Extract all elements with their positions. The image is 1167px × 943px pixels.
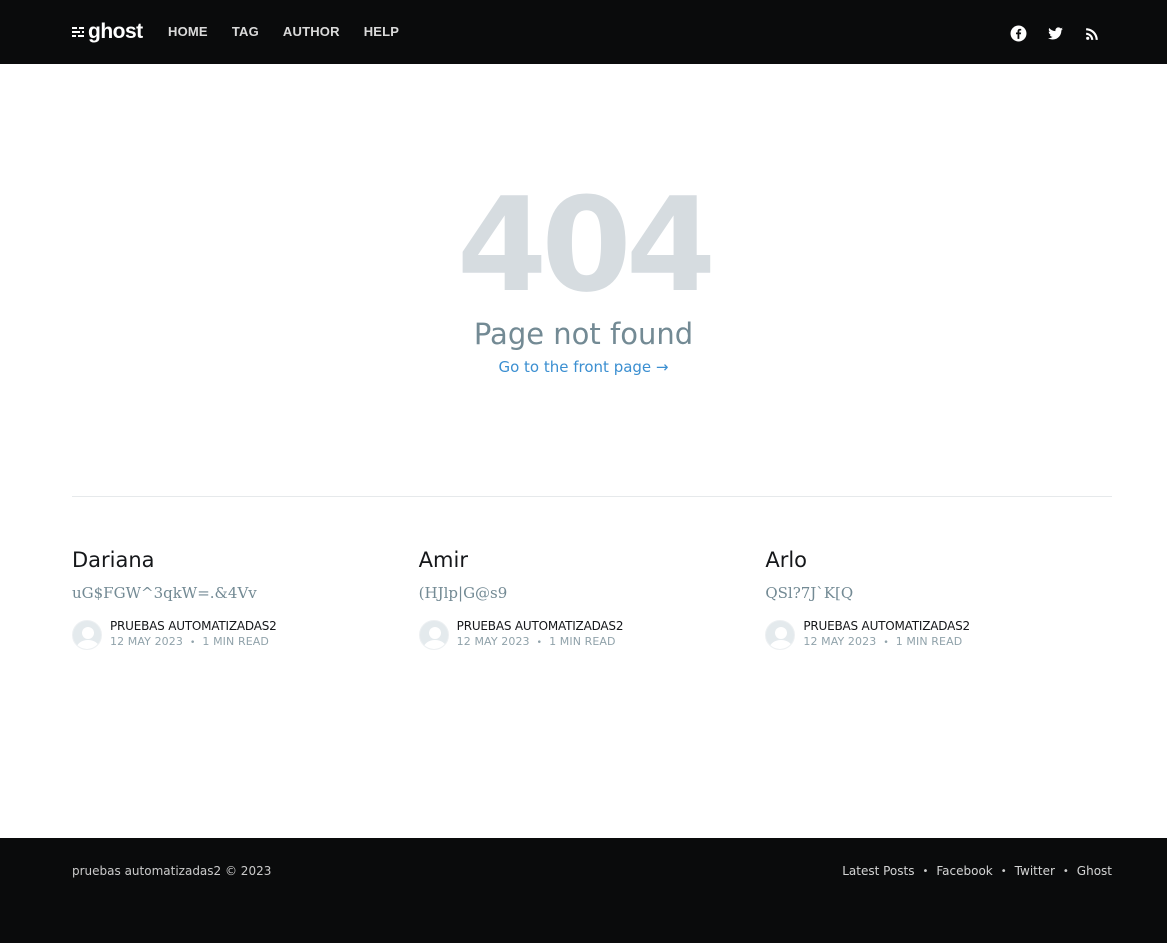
logo-text: ghost: [88, 20, 143, 43]
post-feed: Dariana uG$FGW^3qkW=.&4Vv PRUEBAS AUTOMA…: [72, 546, 1112, 651]
ghost-logo-icon: [72, 26, 84, 38]
user-avatar-icon: [422, 627, 447, 649]
twitter-icon[interactable]: [1047, 25, 1064, 42]
read-time: 1 MIN READ: [895, 635, 963, 648]
error-code: 404: [456, 169, 716, 321]
post-excerpt: QSl?7J`K[Q: [765, 584, 854, 602]
nav-tag[interactable]: TAG: [232, 24, 259, 39]
footer-separator: •: [1062, 865, 1069, 877]
bullet-separator: •: [536, 638, 543, 648]
bullet-separator: •: [883, 638, 889, 648]
post-card[interactable]: Amir (HJlp|G@s9 PRUEBAS AUTOMATIZADAS2 1…: [418, 546, 766, 651]
post-date: 12 MAY 2023: [803, 635, 877, 648]
copyright: pruebas automatizadas2 © 2023: [72, 864, 272, 878]
author-avatar[interactable]: [765, 620, 796, 650]
post-card[interactable]: Arlo QSl?7J`K[Q PRUEBAS AUTOMATIZADAS2 1…: [765, 546, 1112, 651]
post-excerpt: uG$FGW^3qkW=.&4Vv: [72, 584, 257, 602]
error-section: 404 Page not found Go to the front page …: [0, 180, 1167, 376]
footer-separator: •: [922, 865, 929, 877]
author-avatar[interactable]: [72, 620, 102, 650]
post-date-line: 12 MAY 2023 • 1 MIN READ: [110, 634, 277, 651]
post-meta: PRUEBAS AUTOMATIZADAS2 12 MAY 2023 • 1 MIN…: [765, 619, 1112, 651]
footer-link-facebook[interactable]: Facebook: [936, 864, 992, 878]
footer-link-latest-posts[interactable]: Latest Posts: [842, 864, 914, 878]
post-card[interactable]: Dariana uG$FGW^3qkW=.&4Vv PRUEBAS AUTOMA…: [72, 546, 419, 651]
facebook-icon[interactable]: [1010, 25, 1027, 42]
post-title[interactable]: Dariana: [72, 546, 419, 574]
nav-help[interactable]: HELP: [364, 24, 399, 39]
post-date: 12 MAY 2023: [456, 635, 530, 648]
read-time: 1 MIN READ: [202, 635, 269, 648]
post-excerpt: (HJlp|G@s9: [418, 584, 508, 602]
site-header: ghost HOME TAG AUTHOR HELP: [0, 0, 1167, 64]
footer-separator: •: [1000, 865, 1007, 877]
nav-home[interactable]: HOME: [168, 24, 208, 39]
footer-link-ghost[interactable]: Ghost: [1077, 864, 1112, 878]
footer-link-twitter[interactable]: Twitter: [1015, 864, 1055, 878]
user-avatar-icon: [76, 627, 100, 649]
front-page-link[interactable]: Go to the front page →: [498, 358, 668, 376]
footer-nav: Latest Posts • Facebook • Twitter • Ghos…: [842, 864, 1112, 878]
rss-icon[interactable]: [1084, 25, 1101, 42]
author-name[interactable]: PRUEBAS AUTOMATIZADAS2: [803, 619, 970, 634]
ghost-logo[interactable]: ghost: [72, 19, 143, 45]
section-divider: [72, 496, 1112, 497]
post-date-line: 12 MAY 2023 • 1 MIN READ: [803, 634, 970, 651]
author-name[interactable]: PRUEBAS AUTOMATIZADAS2: [457, 619, 624, 634]
post-meta: PRUEBAS AUTOMATIZADAS2 12 MAY 2023 • 1 MIN…: [418, 619, 766, 651]
main-nav: HOME TAG AUTHOR HELP: [168, 24, 399, 39]
social-links: [1010, 25, 1101, 42]
user-avatar-icon: [769, 627, 794, 649]
error-description: Page not found: [473, 317, 694, 351]
nav-author[interactable]: AUTHOR: [283, 24, 340, 39]
post-date: 12 MAY 2023: [110, 635, 183, 648]
author-name[interactable]: PRUEBAS AUTOMATIZADAS2: [110, 619, 277, 634]
post-title[interactable]: Arlo: [765, 546, 1112, 574]
author-avatar[interactable]: [418, 620, 449, 650]
post-title[interactable]: Amir: [419, 546, 766, 574]
post-date-line: 12 MAY 2023 • 1 MIN READ: [457, 634, 624, 651]
bullet-separator: •: [189, 638, 196, 648]
post-meta: PRUEBAS AUTOMATIZADAS2 12 MAY 2023 • 1 MIN…: [72, 619, 419, 651]
site-footer: pruebas automatizadas2 © 2023 Latest Pos…: [0, 838, 1167, 943]
read-time: 1 MIN READ: [549, 635, 616, 648]
